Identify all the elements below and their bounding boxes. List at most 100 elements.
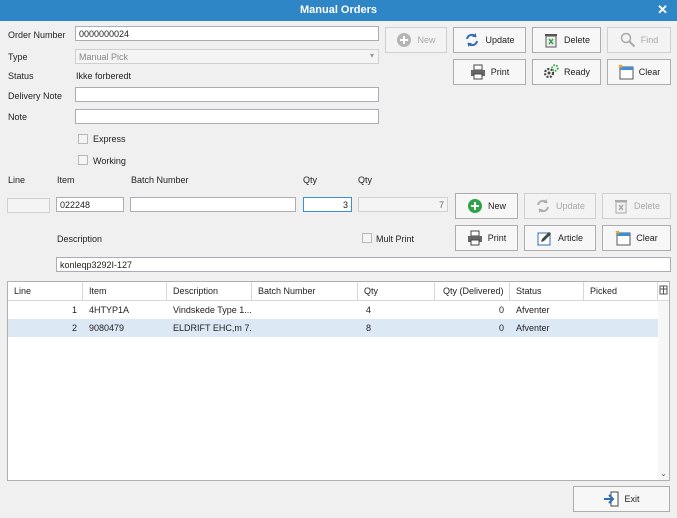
vertical-scrollbar[interactable]: ⌄ — [658, 301, 669, 480]
edit-form-icon — [537, 232, 551, 246]
order-delete-button[interactable]: Delete — [532, 27, 601, 53]
type-value: Manual Pick — [79, 52, 129, 62]
line-new-button[interactable]: New — [455, 193, 518, 219]
order-number-label: Order Number — [8, 30, 66, 40]
plus-circle-icon — [467, 199, 482, 213]
order-print-button[interactable]: Print — [453, 59, 526, 85]
order-new-label: New — [417, 35, 436, 45]
line-article-button[interactable]: Article — [524, 225, 596, 251]
refresh-icon — [466, 33, 479, 47]
column-header-picked[interactable]: Picked — [584, 282, 658, 300]
note-input[interactable] — [75, 109, 379, 124]
order-number-input[interactable]: 0000000024 — [75, 26, 379, 41]
line-delete-label: Delete — [633, 201, 660, 211]
title-bar: Manual Orders ✕ — [0, 0, 677, 21]
column-header-qty-delivered[interactable]: Qty (Delivered) — [435, 282, 510, 300]
item-label: Item — [57, 175, 75, 185]
order-lines-grid: Line Item Description Batch Number Qty Q… — [7, 281, 670, 481]
delivery-note-input[interactable] — [75, 87, 379, 102]
line-update-label: Update — [555, 201, 586, 211]
line-label: Line — [8, 175, 26, 185]
window-title: Manual Orders — [299, 4, 378, 16]
line-article-label: Article — [557, 233, 583, 243]
column-header-status[interactable]: Status — [510, 282, 584, 300]
working-label: Working — [93, 156, 126, 166]
status-label: Status — [8, 71, 34, 81]
cell-batch-number — [252, 319, 358, 337]
line-print-button[interactable]: Print — [455, 225, 518, 251]
table-row-selected[interactable]: 2 9080479 ELDRIFT EHC,m 7... 8 0 Afvente… — [8, 319, 658, 337]
working-checkbox[interactable] — [78, 155, 88, 165]
column-header-description[interactable]: Description — [167, 282, 252, 300]
grid-header: Line Item Description Batch Number Qty Q… — [8, 282, 669, 301]
cell-description: Vindskede Type 1... — [173, 305, 252, 315]
order-find-button[interactable]: Find — [607, 27, 671, 53]
cell-qty-delivered: 0 — [498, 305, 504, 315]
refresh-icon — [537, 199, 549, 213]
column-header-line[interactable]: Line — [8, 282, 83, 300]
order-clear-label: Clear — [638, 67, 661, 77]
printer-icon — [467, 230, 482, 246]
order-find-label: Find — [640, 35, 659, 45]
qty-input[interactable]: 3 — [303, 197, 352, 212]
mult-print-label: Mult Print — [376, 234, 415, 244]
chevron-down-icon: ▾ — [369, 51, 374, 60]
qty-available-label: Qty — [358, 175, 373, 185]
table-row[interactable]: 1 4HTYP1A Vindskede Type 1... 4 0 Afvent… — [8, 301, 658, 319]
cell-line: 1 — [71, 305, 77, 315]
cell-batch-number — [252, 301, 358, 319]
exit-label: Exit — [624, 494, 640, 504]
line-input — [7, 198, 50, 213]
line-delete-button[interactable]: Delete — [602, 193, 671, 219]
type-label: Type — [8, 52, 28, 62]
cell-qty: 4 — [366, 305, 372, 315]
column-header-qty[interactable]: Qty — [358, 282, 435, 300]
cell-description: ELDRIFT EHC,m 7... — [173, 323, 252, 333]
description-input[interactable]: konleqp3292I-127 — [56, 257, 671, 272]
cell-qty: 8 — [366, 323, 372, 333]
line-print-label: Print — [487, 233, 507, 243]
cell-item: 9080479 — [89, 323, 125, 333]
express-label: Express — [93, 134, 126, 144]
order-ready-label: Ready — [563, 67, 590, 77]
batch-number-input[interactable] — [130, 197, 296, 212]
trash-icon — [614, 200, 627, 214]
line-new-label: New — [487, 201, 506, 211]
exit-button[interactable]: Exit — [573, 486, 670, 512]
gears-icon — [543, 64, 559, 79]
line-update-button[interactable]: Update — [524, 193, 596, 219]
item-input[interactable]: 022248 — [56, 197, 124, 212]
column-chooser-icon[interactable] — [658, 282, 669, 300]
cell-status: Afventer — [516, 323, 550, 333]
scroll-down-icon[interactable]: ⌄ — [658, 468, 669, 480]
cell-item: 4HTYP1A — [89, 305, 130, 315]
order-clear-button[interactable]: Clear — [607, 59, 671, 85]
exit-door-icon — [604, 491, 619, 507]
note-label: Note — [8, 112, 28, 122]
order-ready-button[interactable]: Ready — [532, 59, 601, 85]
cell-line: 2 — [71, 323, 77, 333]
order-update-label: Update — [485, 35, 515, 45]
type-select: Manual Pick ▾ — [75, 49, 379, 64]
plus-circle-icon — [397, 33, 412, 47]
express-checkbox[interactable] — [78, 134, 88, 144]
cell-picked — [584, 319, 658, 337]
mult-print-checkbox[interactable] — [362, 233, 372, 243]
cell-status: Afventer — [516, 305, 550, 315]
column-header-batch-number[interactable]: Batch Number — [252, 282, 358, 300]
order-update-button[interactable]: Update — [453, 27, 526, 53]
batch-number-label: Batch Number — [131, 175, 189, 185]
magnifier-icon — [620, 32, 635, 48]
clear-form-icon — [618, 64, 634, 80]
delivery-note-label: Delivery Note — [8, 91, 63, 101]
line-clear-button[interactable]: Clear — [602, 225, 671, 251]
qty-label: Qty — [303, 175, 318, 185]
cell-qty-delivered: 0 — [498, 323, 504, 333]
close-icon[interactable]: ✕ — [657, 2, 668, 18]
description-label: Description — [57, 234, 103, 244]
trash-icon — [544, 34, 557, 48]
order-new-button[interactable]: New — [385, 27, 447, 53]
status-value: Ikke forberedt — [76, 71, 132, 81]
clear-form-icon — [615, 230, 631, 246]
column-header-item[interactable]: Item — [83, 282, 167, 300]
